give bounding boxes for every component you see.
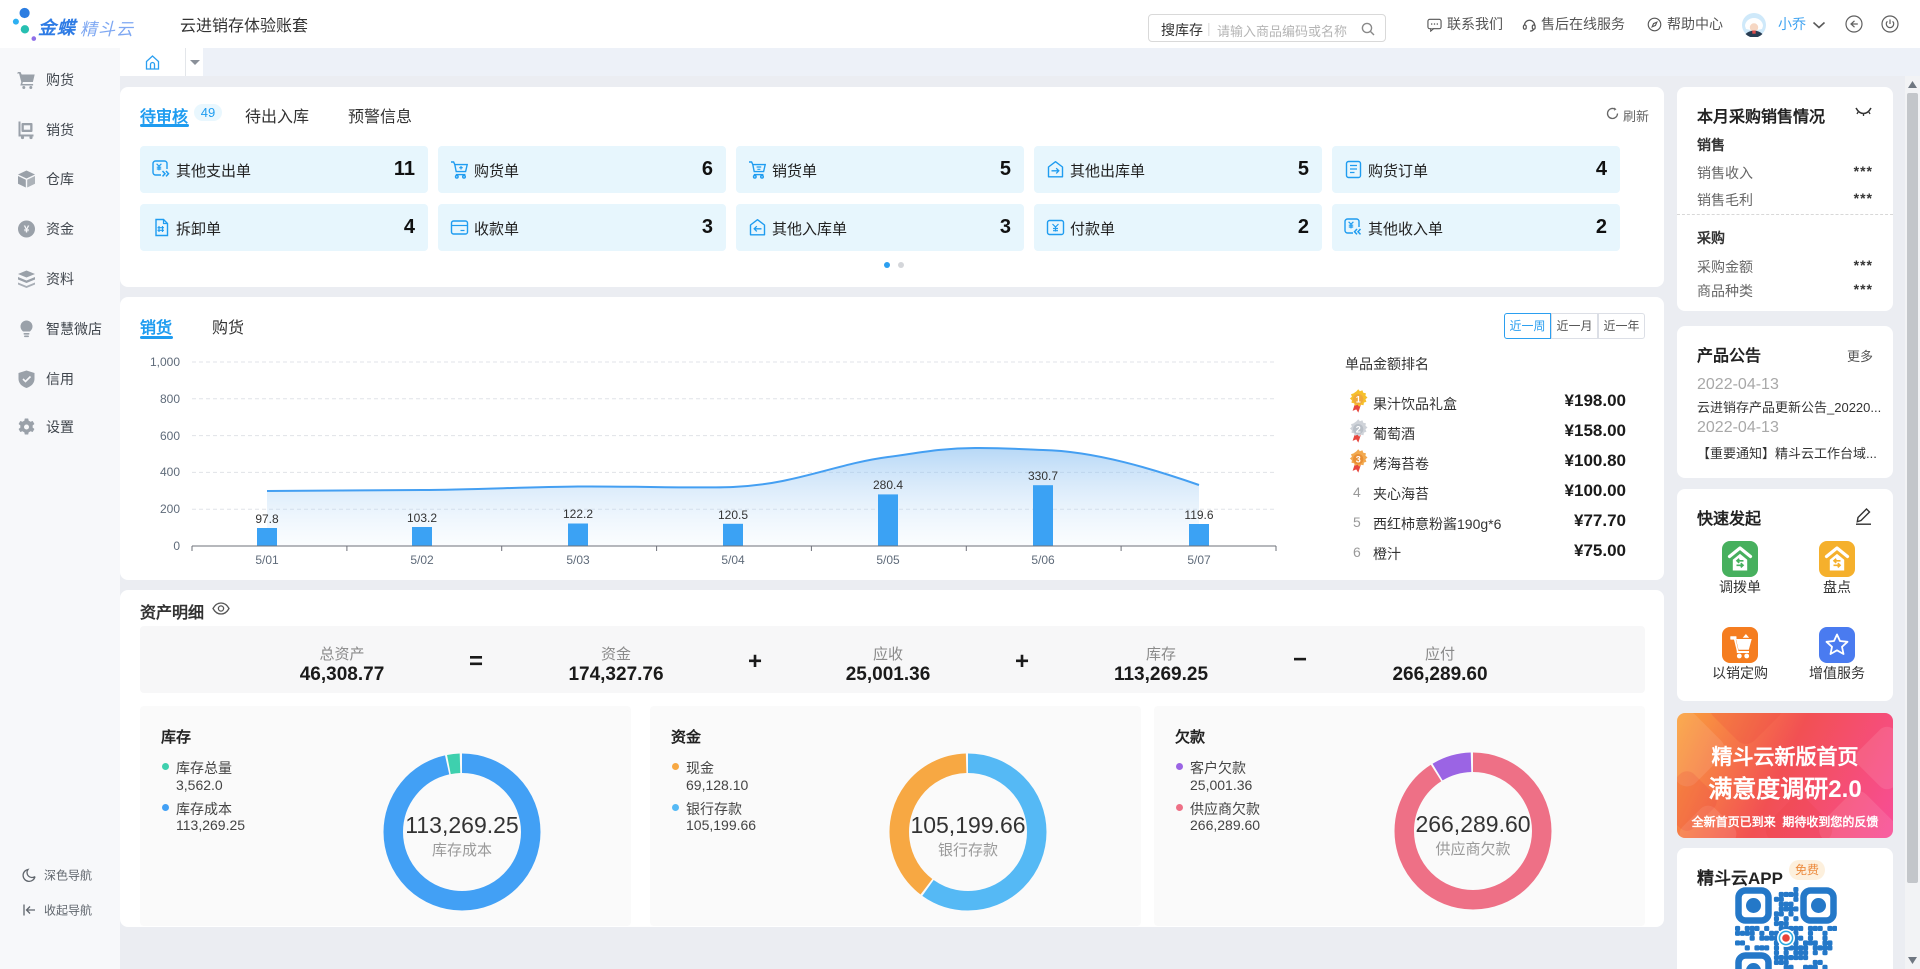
svg-text:¥: ¥ xyxy=(24,225,30,236)
svg-text:3: 3 xyxy=(1356,454,1361,464)
svg-text:2: 2 xyxy=(1356,424,1361,434)
svg-text:1: 1 xyxy=(1356,394,1361,404)
